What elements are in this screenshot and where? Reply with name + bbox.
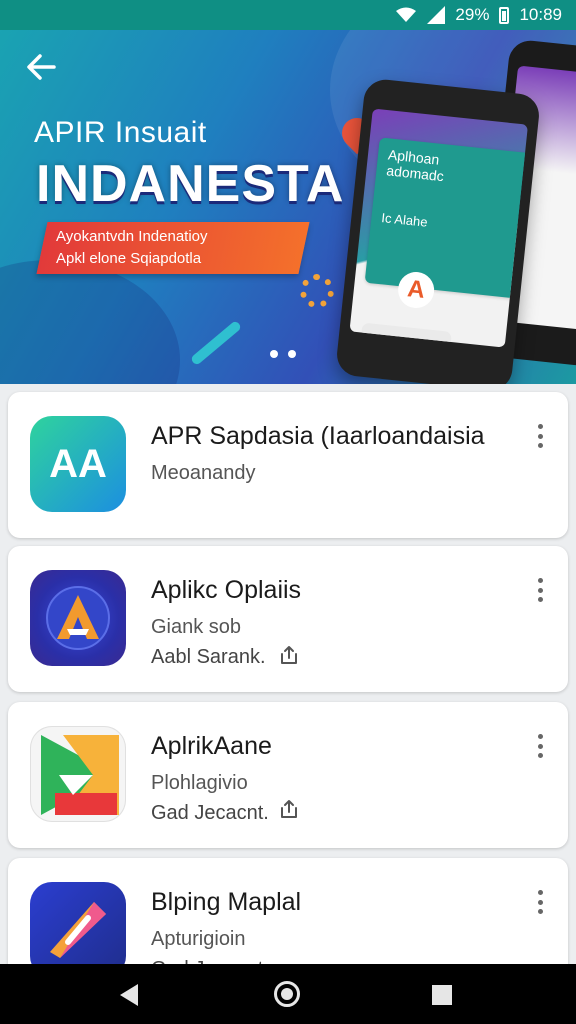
phone-illustration: Aplhoan adomadc Ic Alahe A	[334, 77, 542, 384]
more-options-icon[interactable]	[530, 888, 550, 916]
app-subtitle: Meoanandy	[151, 462, 256, 484]
triangle-mark-icon	[41, 735, 119, 815]
phone-screen-bar	[360, 322, 452, 346]
share-icon[interactable]	[278, 798, 300, 820]
battery-icon	[499, 6, 510, 24]
app-name: Blping Maplal	[151, 888, 302, 916]
app-subtitle: Plohlagivio	[151, 772, 248, 794]
ribbon-line-2: Apkl elone Sqiapdotla	[56, 250, 202, 267]
app-name: Aplikc Oplaiis	[151, 576, 302, 604]
app-card[interactable]: Aplikc Oplaiis Giank sob Aabl Sarank.	[8, 546, 568, 692]
more-options-icon[interactable]	[530, 422, 550, 450]
app-developer: Gad Jecacnt.	[151, 802, 269, 824]
share-icon[interactable]	[278, 644, 300, 666]
ribbon-line-1: Ayokantvdn Indenatioy	[56, 228, 208, 245]
app-developer: Aabl Sarank.	[151, 646, 266, 668]
system-nav-bar	[0, 964, 576, 1024]
home-circle-icon[interactable]	[274, 981, 300, 1007]
app-card[interactable]: AplrikАane Plohlagivio Gad Jecacnt.	[8, 702, 568, 848]
banner-ribbon-text: Ayokantvdn Indenatioy Apkl elone Sqiapdo…	[56, 226, 306, 270]
recents-square-icon[interactable]	[432, 985, 452, 1005]
a-triangle-logo-icon	[30, 570, 126, 666]
banner-title: INDANESTA	[36, 155, 345, 213]
a-letter-icon	[46, 586, 110, 650]
phone-screen: Aplhoan adomadc Ic Alahe A	[349, 108, 529, 348]
wifi-icon	[396, 7, 417, 22]
phone-screen-text: Aplhoan adomadc	[386, 146, 447, 184]
pagination-dot[interactable]	[270, 350, 278, 358]
arrow-left-icon	[27, 54, 56, 80]
gear-icon	[300, 274, 334, 308]
app-card[interactable]: AA APR Sapdasia (Iaarloandaisia Meoanand…	[8, 392, 568, 538]
banner-decoration	[0, 260, 180, 384]
aa-logo-icon: AA	[30, 416, 126, 512]
pagination-dot[interactable]	[288, 350, 296, 358]
back-triangle-icon[interactable]	[120, 984, 138, 1006]
signal-icon	[427, 6, 446, 24]
hero-banner: APIR Insuait INDANESTA Ayokantvdn Indena…	[0, 30, 576, 384]
compass-needle-icon	[50, 902, 106, 958]
app-name: APR Sapdasia (Iaarloandaisia	[151, 422, 485, 450]
app-subtitle: Apturigioin	[151, 928, 246, 950]
status-time: 10:89	[519, 5, 562, 24]
banner-pagination[interactable]	[270, 350, 296, 358]
battery-text: 29%	[455, 5, 490, 24]
banner-subtitle: APIR Insuait	[34, 116, 207, 149]
back-button[interactable]	[24, 50, 64, 90]
app-name: AplrikАane	[151, 732, 272, 760]
triangle-logo-icon	[30, 726, 126, 822]
app-icon-text: AA	[49, 441, 107, 486]
more-options-icon[interactable]	[530, 732, 550, 760]
app-subtitle: Giank sob	[151, 616, 242, 638]
status-bar: 29% 10:89	[0, 0, 576, 30]
banner-decoration	[189, 319, 243, 367]
more-options-icon[interactable]	[530, 576, 550, 604]
